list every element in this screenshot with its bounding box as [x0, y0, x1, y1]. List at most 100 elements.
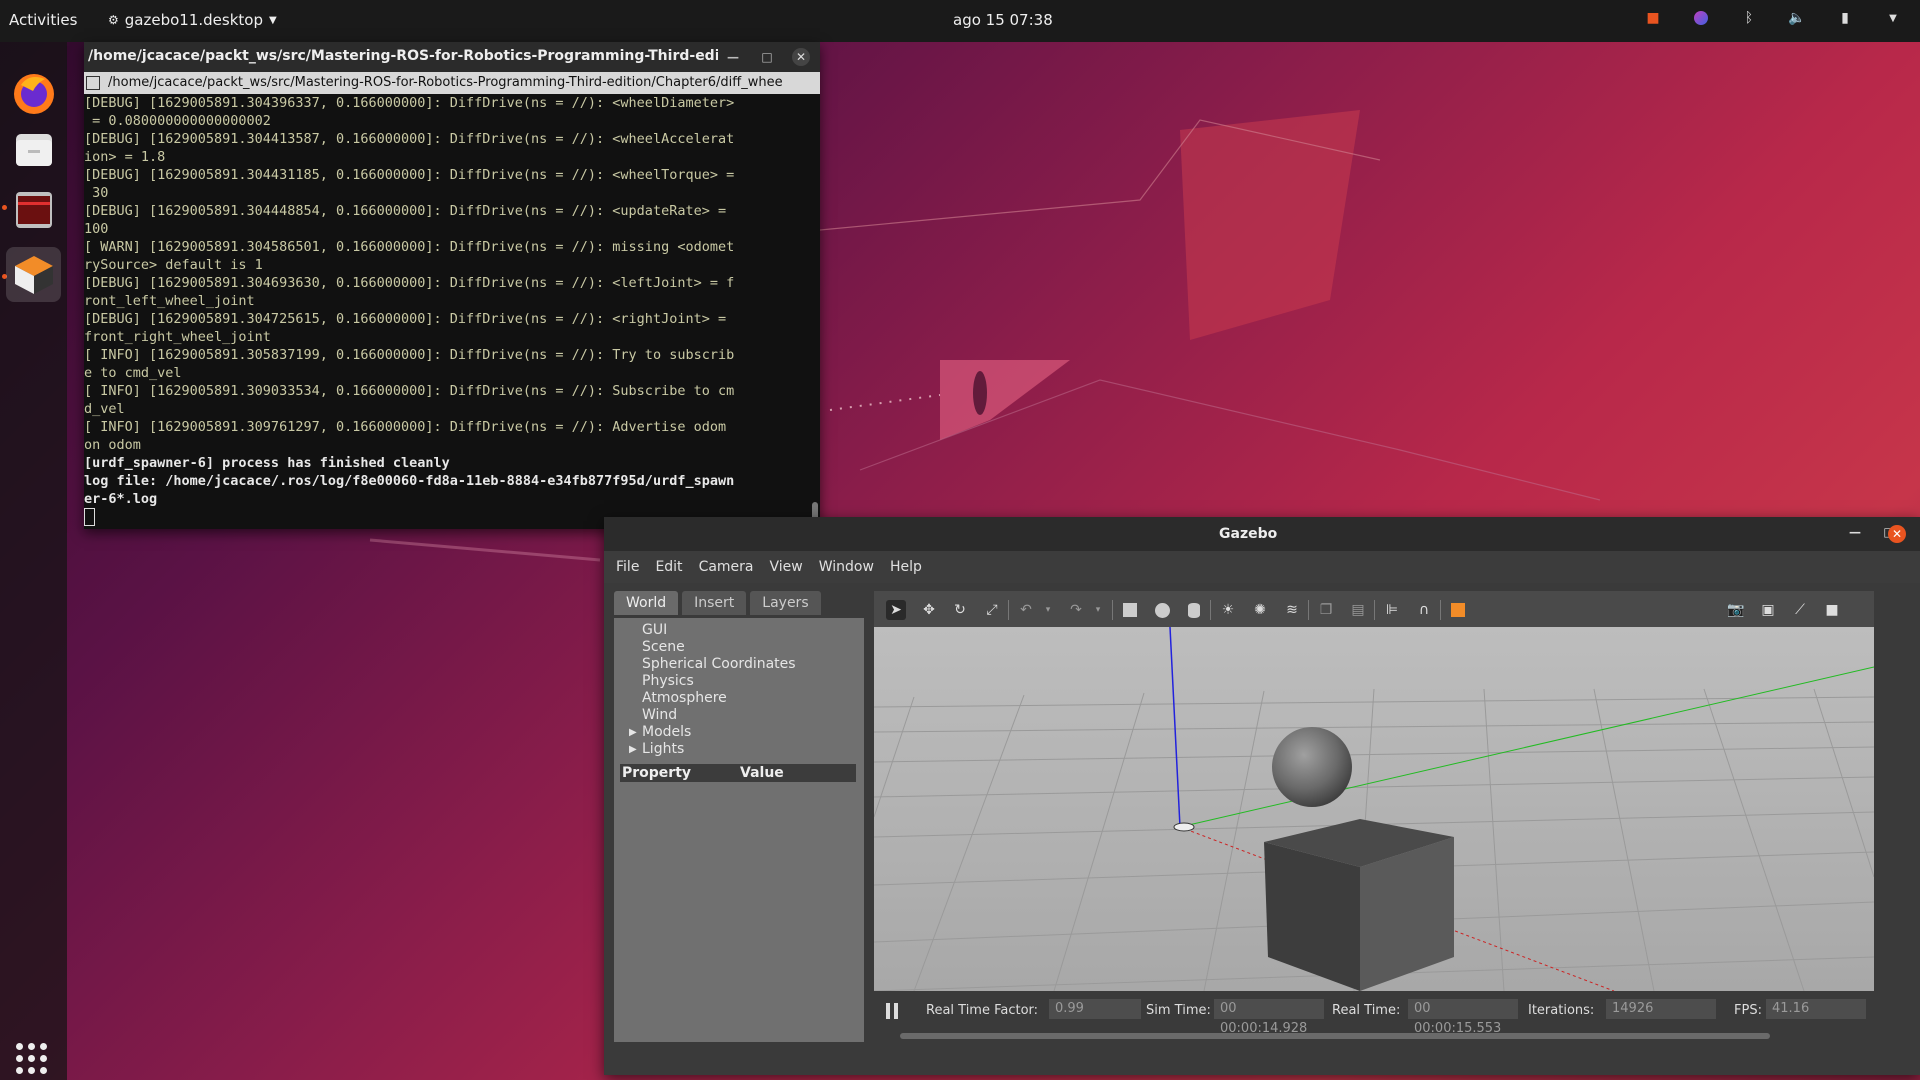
expand-arrow-icon[interactable]: ▶ [629, 741, 637, 758]
app-menu[interactable]: ⚙ gazebo11.desktop ▼ [108, 11, 277, 29]
terminal-line: 30 [84, 185, 109, 201]
terminal-line: rySource> default is 1 [84, 257, 263, 273]
terminal-line: [DEBUG] [1629005891.304693630, 0.1660000… [84, 275, 735, 291]
3d-viewport[interactable] [873, 626, 1875, 992]
terminal-title: /home/jcacace/packt_ws/src/Mastering-ROS… [88, 48, 718, 64]
new-tab-icon[interactable] [86, 76, 100, 90]
gazebo-launcher[interactable] [6, 247, 61, 302]
record-video-icon[interactable]: ■ [1822, 600, 1842, 620]
terminal-launcher[interactable] [6, 182, 61, 237]
terminal-line: [ INFO] [1629005891.309761297, 0.1660000… [84, 419, 727, 435]
menu-camera[interactable]: Camera [691, 551, 762, 583]
activities-button[interactable]: Activities [9, 11, 77, 29]
change-view-icon[interactable] [1448, 600, 1468, 620]
cursor [84, 508, 95, 526]
pause-icon[interactable] [886, 1003, 900, 1019]
tree-item-scene[interactable]: Scene [614, 639, 864, 656]
paste-icon[interactable]: ▤ [1348, 600, 1368, 620]
tree-item-gui[interactable]: GUI [614, 622, 864, 639]
battery-icon[interactable]: ▮ [1836, 9, 1854, 27]
color-app-icon[interactable] [1692, 9, 1710, 27]
terminal-line: [DEBUG] [1629005891.304431185, 0.1660000… [84, 167, 735, 183]
terminal-line: [DEBUG] [1629005891.304448854, 0.1660000… [84, 203, 727, 219]
point-light-icon[interactable]: ☀ [1218, 600, 1238, 620]
terminal-line: log file: /home/jcacace/.ros/log/f8e0006… [84, 473, 735, 489]
align-icon[interactable]: ⊫ [1382, 600, 1402, 620]
firefox-icon [13, 73, 54, 114]
tree-item-atmosphere[interactable]: Atmosphere [614, 690, 864, 707]
top-bar: Activities ⚙ gazebo11.desktop ▼ ago 15 0… [0, 0, 1920, 42]
rotate-mode-icon[interactable]: ↻ [950, 600, 970, 620]
directional-light-icon[interactable]: ≋ [1282, 600, 1302, 620]
tree-item-models[interactable]: ▶ Models [614, 724, 864, 741]
redo-icon[interactable]: ↷ [1066, 600, 1086, 620]
sphere-model [1272, 727, 1352, 807]
terminal-window: /home/jcacace/packt_ws/src/Mastering-ROS… [84, 42, 820, 552]
redo-dropdown-icon[interactable]: ▾ [1088, 600, 1108, 620]
tab-insert[interactable]: Insert [682, 591, 747, 615]
maximize-icon[interactable]: □ [758, 48, 776, 66]
firefox-launcher[interactable] [6, 66, 61, 121]
toolbar-separator [1308, 600, 1309, 620]
select-mode-icon[interactable]: ➤ [886, 600, 906, 620]
world-panel: GUI Scene Spherical Coordinates Physics Atmo… [614, 618, 864, 1042]
toolbar-separator [1440, 600, 1441, 620]
cylinder-shape-icon[interactable] [1184, 600, 1204, 620]
menu-window[interactable]: Window [811, 551, 882, 583]
minimize-icon[interactable]: — [1846, 523, 1864, 541]
close-icon[interactable]: ✕ [792, 48, 810, 66]
undo-dropdown-icon[interactable]: ▾ [1038, 600, 1058, 620]
log-icon[interactable]: ▣ [1758, 600, 1778, 620]
show-apps-icon[interactable] [16, 1043, 48, 1075]
box-shape-icon[interactable] [1120, 600, 1140, 620]
world-tree: GUI Scene Spherical Coordinates Physics Atmo… [614, 622, 864, 758]
scale-mode-icon[interactable]: ⤢ [982, 600, 1002, 620]
terminal-tab[interactable]: /home/jcacace/packt_ws/src/Mastering-ROS… [84, 72, 820, 94]
tree-item-spherical-coordinates[interactable]: Spherical Coordinates [614, 656, 864, 673]
toolbar-separator [1112, 600, 1113, 620]
copy-icon[interactable]: ❐ [1316, 600, 1336, 620]
terminal-output[interactable]: [DEBUG] [1629005891.304396337, 0.1660000… [84, 94, 804, 529]
bluetooth-icon[interactable]: ᛒ [1740, 9, 1758, 27]
terminal-line: [DEBUG] [1629005891.304725615, 0.1660000… [84, 311, 727, 327]
tree-item-physics[interactable]: Physics [614, 673, 864, 690]
files-launcher[interactable] [6, 122, 61, 177]
spot-light-icon[interactable]: ✺ [1250, 600, 1270, 620]
toolbar-separator [1210, 600, 1211, 620]
volume-icon[interactable]: 🔈 [1788, 9, 1806, 27]
tab-world[interactable]: World [614, 591, 679, 615]
clock[interactable]: ago 15 07:38 [953, 11, 1053, 29]
menu-help[interactable]: Help [882, 551, 930, 583]
terminal-line: d_vel [84, 401, 125, 417]
menu-view[interactable]: View [762, 551, 811, 583]
screenshot-icon[interactable]: 📷 [1726, 600, 1746, 620]
screen-record-icon[interactable]: ■ [1644, 9, 1662, 27]
rtf-label: Real Time Factor: [926, 1003, 1039, 1018]
snap-icon[interactable]: ∩ [1414, 600, 1434, 620]
gazebo-title: Gazebo [1219, 526, 1278, 542]
menu-edit[interactable]: Edit [647, 551, 690, 583]
scene-panel: ➤ ✥ ↻ ⤢ ↶ ▾ ↷ ▾ ☀ ✺ ≋ ❐ ▤ ⊫ ∩ 📷 ▣ ⟋ ■ Re… [873, 591, 1875, 1061]
real-time-label: Real Time: [1332, 1003, 1401, 1018]
plot-icon[interactable]: ⟋ [1790, 600, 1810, 620]
chevron-down-icon[interactable]: ▼ [1884, 9, 1902, 27]
minimize-icon[interactable]: — [724, 48, 742, 66]
menu-file[interactable]: File [608, 551, 647, 583]
app-menu-label: gazebo11.desktop [124, 11, 263, 29]
tree-item-wind[interactable]: Wind [614, 707, 864, 724]
terminal-titlebar[interactable]: /home/jcacace/packt_ws/src/Mastering-ROS… [84, 42, 820, 72]
gazebo-titlebar[interactable]: Gazebo — □ ✕ [604, 517, 1920, 551]
horizontal-scrollbar[interactable] [900, 1033, 1770, 1039]
terminal-line: 100 [84, 221, 109, 237]
tree-item-lights[interactable]: ▶ Lights [614, 741, 864, 758]
gazebo-app-icon: ⚙ [108, 13, 119, 27]
tree-item-label: GUI [642, 622, 668, 638]
tab-layers[interactable]: Layers [750, 591, 821, 615]
undo-icon[interactable]: ↶ [1016, 600, 1036, 620]
close-icon[interactable]: ✕ [1888, 525, 1906, 543]
sphere-shape-icon[interactable] [1152, 600, 1172, 620]
expand-arrow-icon[interactable]: ▶ [629, 724, 637, 741]
files-icon [15, 133, 52, 166]
translate-mode-icon[interactable]: ✥ [919, 600, 939, 620]
terminal-line: [ INFO] [1629005891.305837199, 0.1660000… [84, 347, 735, 363]
